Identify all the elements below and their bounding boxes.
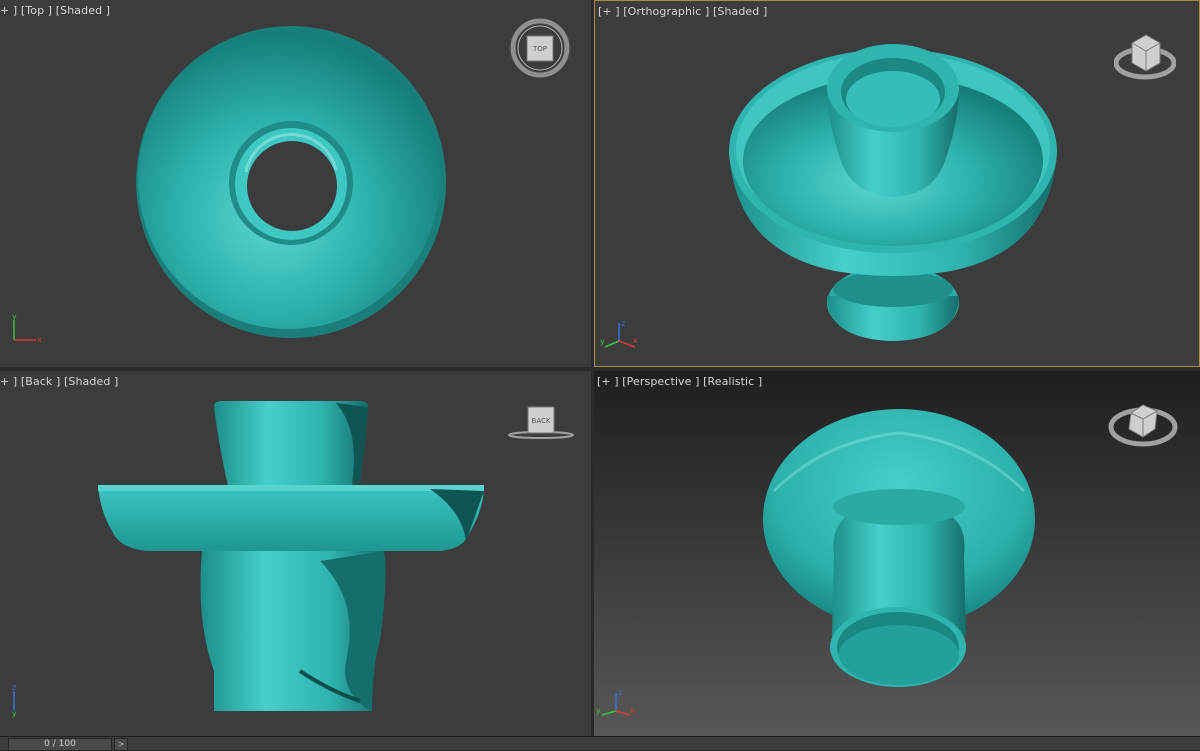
- viewcube-top-face: TOP: [532, 45, 547, 53]
- svg-text:y: y: [12, 709, 17, 718]
- svg-text:y: y: [12, 312, 17, 321]
- time-slider[interactable]: 0 / 100: [8, 738, 112, 751]
- svg-text:x: x: [630, 706, 635, 715]
- viewport-label-perspective[interactable]: [+ ] [Perspective ] [Realistic ]: [597, 375, 762, 388]
- viewport-back[interactable]: + ] [Back ] [Shaded ] BACK z y: [0, 371, 591, 736]
- axis-tripod-icon: z y x: [600, 319, 638, 348]
- viewport-orthographic[interactable]: [+ ] [Orthographic ] [Shaded ] z y x: [594, 0, 1200, 367]
- svg-text:x: x: [37, 335, 42, 344]
- viewcube-top-icon[interactable]: TOP: [509, 17, 571, 79]
- viewcube-orthographic-icon[interactable]: [1114, 29, 1176, 85]
- viewport-top[interactable]: + ] [Top ] [Shaded ] TOP y x: [0, 0, 591, 367]
- vase-back-view: [98, 401, 484, 711]
- torus-top-view: [136, 26, 446, 338]
- viewport-label-top[interactable]: + ] [Top ] [Shaded ]: [0, 4, 110, 17]
- svg-text:z: z: [621, 319, 625, 328]
- viewcube-back-face: BACK: [532, 417, 551, 425]
- timeline-bar: 0 / 100 >: [0, 736, 1200, 751]
- viewport-label-orthographic[interactable]: [+ ] [Orthographic ] [Shaded ]: [598, 5, 767, 18]
- axis-tripod-icon: z y x: [596, 688, 635, 716]
- svg-text:x: x: [633, 336, 638, 345]
- svg-text:z: z: [618, 688, 622, 697]
- viewport-label-back[interactable]: + ] [Back ] [Shaded ]: [0, 375, 118, 388]
- viewcube-back-icon[interactable]: BACK: [505, 401, 577, 441]
- time-next-button[interactable]: >: [114, 738, 128, 751]
- viewport-perspective[interactable]: [+ ] [Perspective ] [Realistic ] z y x: [594, 371, 1200, 736]
- axis-tripod-icon: z y: [12, 683, 17, 718]
- axis-tripod-icon: y x: [12, 312, 42, 344]
- svg-text:y: y: [600, 337, 605, 346]
- svg-text:y: y: [596, 706, 601, 715]
- viewcube-perspective-icon[interactable]: [1107, 397, 1179, 451]
- svg-text:z: z: [12, 683, 16, 692]
- vase-orthographic-view: [729, 44, 1057, 341]
